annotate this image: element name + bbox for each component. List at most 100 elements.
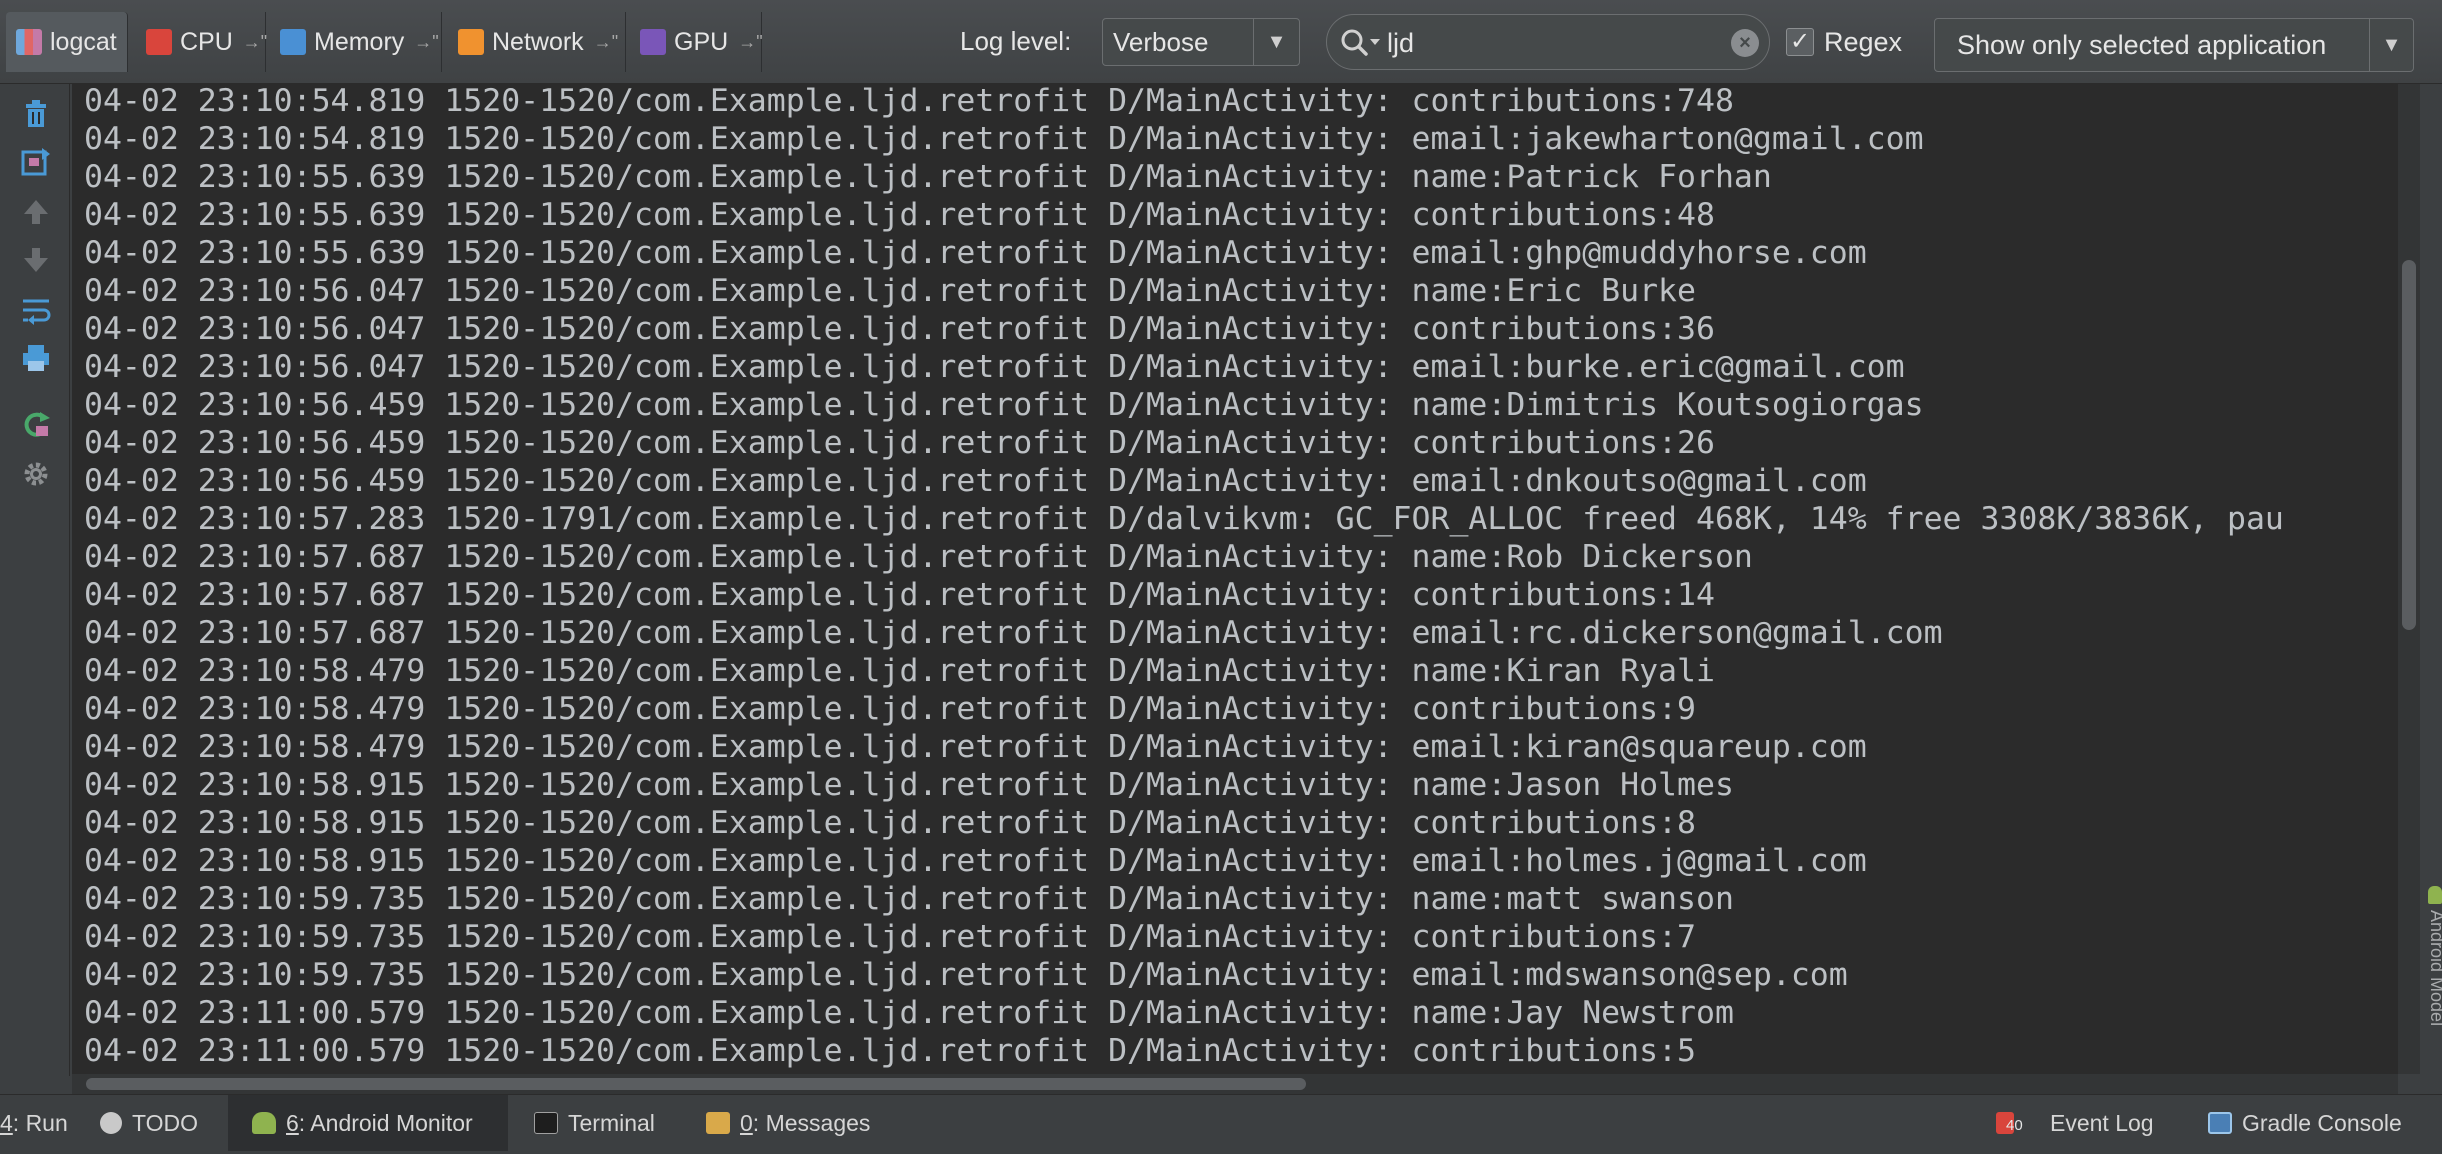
tab-gpu-label: GPU	[674, 27, 729, 56]
log-line[interactable]: 04-02 23:10:58.479 1520-1520/com.Example…	[84, 728, 1867, 766]
tab-memory[interactable]: Memory →"	[268, 12, 442, 72]
memory-icon	[280, 29, 306, 55]
android-model-tab[interactable]: Android Model	[2426, 910, 2442, 1026]
log-line[interactable]: 04-02 23:10:56.459 1520-1520/com.Example…	[84, 386, 1924, 424]
log-line[interactable]: 04-02 23:10:54.819 1520-1520/com.Example…	[84, 120, 1924, 158]
tool-window-bar: 4 : Run TODO 6 : Android Monitor Termina…	[0, 1094, 2442, 1154]
tab-logcat-label: logcat	[50, 27, 117, 56]
log-line[interactable]: 04-02 23:10:59.735 1520-1520/com.Example…	[84, 956, 1848, 994]
messages-mnemonic: 0	[740, 1109, 753, 1136]
up-arrow-icon[interactable]	[20, 196, 52, 228]
tab-memory-label: Memory	[314, 27, 405, 56]
tab-network-label: Network	[492, 27, 584, 56]
todo-tool-button[interactable]: TODO	[100, 1095, 230, 1151]
tab-cpu-detach-icon[interactable]: →"	[243, 32, 267, 53]
tab-cpu-label: CPU	[180, 27, 233, 56]
tab-network[interactable]: Network →"	[446, 12, 626, 72]
run-tool-button[interactable]: 4 : Run	[0, 1095, 90, 1151]
run-label: : Run	[12, 1109, 68, 1136]
log-line[interactable]: 04-02 23:10:55.639 1520-1520/com.Example…	[84, 158, 1772, 196]
event-log-label: Event Log	[2050, 1109, 2154, 1136]
cpu-icon	[146, 29, 172, 55]
chevron-down-icon[interactable]: ▼	[2369, 19, 2413, 71]
settings-gear-icon[interactable]	[20, 458, 52, 490]
gradle-console-tool-button[interactable]: Gradle Console	[2208, 1095, 2428, 1151]
soft-wrap-icon[interactable]	[20, 294, 52, 326]
search-input[interactable]	[1387, 25, 1707, 61]
log-level-label: Log level:	[960, 26, 1072, 56]
down-arrow-icon[interactable]	[20, 244, 52, 276]
messages-icon	[706, 1112, 730, 1134]
log-line[interactable]: 04-02 23:10:58.915 1520-1520/com.Example…	[84, 804, 1696, 842]
log-line[interactable]: 04-02 23:10:58.915 1520-1520/com.Example…	[84, 842, 1867, 880]
tab-memory-detach-icon[interactable]: →"	[414, 32, 438, 53]
android-icon	[2428, 886, 2442, 904]
gradle-console-label: Gradle Console	[2242, 1109, 2402, 1136]
log-line[interactable]: 04-02 23:10:56.459 1520-1520/com.Example…	[84, 462, 1867, 500]
tab-gpu-detach-icon[interactable]: →"	[738, 32, 762, 53]
android-monitor-mnemonic: 6	[286, 1109, 299, 1136]
horizontal-scrollbar-thumb[interactable]	[86, 1078, 1306, 1090]
gpu-icon	[640, 29, 666, 55]
logcat-output[interactable]: 04-02 23:10:54.819 1520-1520/com.Example…	[72, 84, 2398, 1074]
event-log-badge: 40	[2006, 1117, 2023, 1134]
terminal-label: Terminal	[568, 1109, 655, 1136]
log-line[interactable]: 04-02 23:11:00.579 1520-1520/com.Example…	[84, 994, 1734, 1032]
logcat-icon	[16, 29, 42, 55]
log-level-value: Verbose	[1113, 27, 1209, 57]
tab-logcat[interactable]: logcat	[6, 12, 128, 72]
messages-label: : Messages	[752, 1109, 871, 1136]
regex-label: Regex	[1824, 26, 1903, 57]
log-line[interactable]: 04-02 23:10:57.283 1520-1791/com.Example…	[84, 500, 2284, 538]
app-filter-value: Show only selected application	[1957, 30, 2327, 60]
tab-cpu[interactable]: CPU →"	[134, 12, 267, 72]
log-line[interactable]: 04-02 23:10:54.819 1520-1520/com.Example…	[84, 84, 1734, 120]
app-filter-select[interactable]: Show only selected application ▼	[1934, 18, 2414, 72]
log-line[interactable]: 04-02 23:10:55.639 1520-1520/com.Example…	[84, 196, 1715, 234]
todo-icon	[100, 1112, 122, 1134]
trash-icon[interactable]	[20, 98, 52, 130]
log-line[interactable]: 04-02 23:10:59.735 1520-1520/com.Example…	[84, 880, 1734, 918]
log-line[interactable]: 04-02 23:10:56.459 1520-1520/com.Example…	[84, 424, 1715, 462]
print-icon[interactable]	[20, 342, 52, 374]
log-line[interactable]: 04-02 23:10:55.639 1520-1520/com.Example…	[84, 234, 1867, 272]
gradle-console-icon	[2208, 1112, 2232, 1134]
vertical-scrollbar[interactable]	[2398, 84, 2420, 1074]
log-line[interactable]: 04-02 23:10:59.735 1520-1520/com.Example…	[84, 918, 1696, 956]
log-line[interactable]: 04-02 23:11:00.579 1520-1520/com.Example…	[84, 1032, 1696, 1070]
android-monitor-label: : Android Monitor	[298, 1109, 473, 1136]
log-line[interactable]: 04-02 23:10:58.479 1520-1520/com.Example…	[84, 652, 1715, 690]
restart-icon[interactable]	[20, 146, 52, 178]
log-line[interactable]: 04-02 23:10:57.687 1520-1520/com.Example…	[84, 614, 1943, 652]
terminal-tool-button[interactable]: Terminal	[534, 1095, 694, 1151]
android-icon	[252, 1112, 276, 1134]
tab-network-detach-icon[interactable]: →"	[594, 32, 618, 53]
search-icon[interactable]	[1339, 27, 1383, 59]
network-icon	[458, 29, 484, 55]
search-box[interactable]: ×	[1326, 14, 1770, 70]
regex-checkbox[interactable]: ✓	[1786, 28, 1814, 56]
tab-gpu[interactable]: GPU →"	[628, 12, 763, 72]
android-monitor-tool-button[interactable]: 6 : Android Monitor	[228, 1095, 508, 1151]
messages-tool-button[interactable]: 0 : Messages	[706, 1095, 886, 1151]
chevron-down-icon[interactable]: ▼	[1253, 19, 1299, 65]
refresh-icon[interactable]	[20, 408, 52, 440]
log-line[interactable]: 04-02 23:10:58.479 1520-1520/com.Example…	[84, 690, 1696, 728]
logcat-side-tools	[0, 84, 70, 1076]
log-line[interactable]: 04-02 23:10:57.687 1520-1520/com.Example…	[84, 538, 1753, 576]
log-line[interactable]: 04-02 23:10:56.047 1520-1520/com.Example…	[84, 272, 1696, 310]
log-line[interactable]: 04-02 23:10:56.047 1520-1520/com.Example…	[84, 348, 1905, 386]
log-level-select[interactable]: Verbose ▼	[1102, 18, 1300, 66]
log-line[interactable]: 04-02 23:10:57.687 1520-1520/com.Example…	[84, 576, 1715, 614]
clear-search-icon[interactable]: ×	[1731, 29, 1759, 57]
logcat-toolbar: logcat CPU →" Memory →" Network →" GPU →…	[0, 0, 2442, 84]
event-log-tool-button[interactable]: Event Log	[1996, 1095, 2176, 1151]
horizontal-scrollbar[interactable]	[72, 1074, 2398, 1094]
vertical-scrollbar-thumb[interactable]	[2402, 260, 2416, 630]
regex-toggle[interactable]: ✓ Regex	[1786, 24, 1902, 60]
todo-label: TODO	[132, 1109, 199, 1136]
terminal-icon	[534, 1112, 558, 1134]
log-line[interactable]: 04-02 23:10:58.915 1520-1520/com.Example…	[84, 766, 1734, 804]
run-mnemonic: 4	[0, 1109, 13, 1136]
log-line[interactable]: 04-02 23:10:56.047 1520-1520/com.Example…	[84, 310, 1715, 348]
